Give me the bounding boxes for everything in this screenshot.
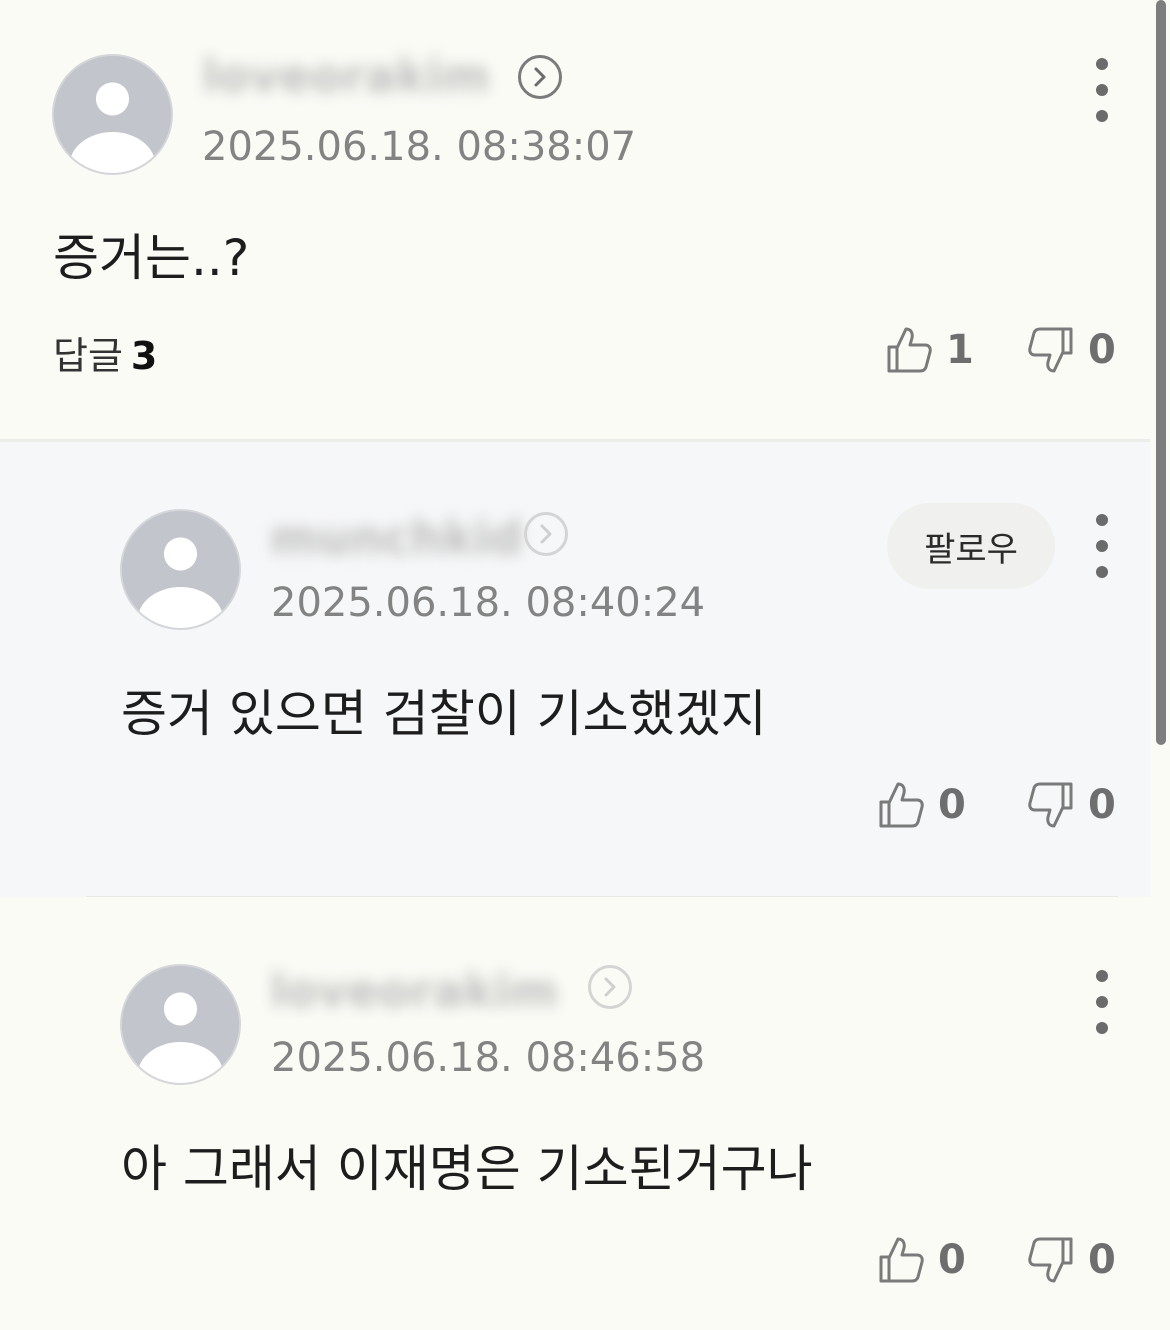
scrollbar[interactable]	[1156, 0, 1166, 745]
chevron-right-icon[interactable]	[518, 55, 562, 99]
dislike-count: 0	[1088, 327, 1116, 373]
default-user-avatar-icon	[122, 511, 239, 628]
username[interactable]: loveorakim	[270, 965, 558, 1017]
comment-timestamp: 2025.06.18. 08:40:24	[271, 580, 706, 626]
thumbs-up-icon	[887, 327, 932, 373]
dislike-count: 0	[1088, 782, 1116, 828]
username[interactable]: munchkid	[270, 512, 523, 564]
more-options-button[interactable]	[1084, 970, 1120, 1034]
username[interactable]: loveorakim	[202, 50, 490, 102]
reply-comment: loveorakim 2025.06.18. 08:46:58 아 그래서 이재…	[0, 897, 1150, 1330]
like-button[interactable]: 0	[878, 777, 966, 833]
comment-timestamp: 2025.06.18. 08:46:58	[271, 1035, 706, 1081]
thumbs-up-icon	[879, 1237, 924, 1283]
comment-timestamp: 2025.06.18. 08:38:07	[202, 124, 637, 170]
dislike-button[interactable]: 0	[1028, 322, 1116, 378]
comment-text: 아 그래서 이재명은 기소된거구나	[121, 1140, 813, 1198]
reply-count-button[interactable]: 답글 3	[53, 325, 157, 380]
chevron-right-icon[interactable]	[524, 512, 568, 556]
vertical-ellipsis-icon	[1096, 970, 1108, 982]
ellipsis-dot	[1096, 540, 1108, 552]
top-comment: loveorakim 2025.06.18. 08:38:07 증거는..? 답…	[0, 0, 1150, 440]
comment-text: 증거 있으면 검찰이 기소했겠지	[121, 685, 767, 743]
thumbs-down-icon	[1028, 1237, 1073, 1283]
more-options-button[interactable]	[1084, 58, 1120, 122]
chevron-right-icon[interactable]	[588, 965, 632, 1009]
ellipsis-dot	[1096, 996, 1108, 1008]
thumbs-up-icon	[879, 782, 924, 828]
like-button[interactable]: 0	[878, 1232, 966, 1288]
reply-count: 3	[130, 334, 158, 378]
dislike-button[interactable]: 0	[1028, 1232, 1116, 1288]
like-count: 0	[938, 782, 966, 828]
avatar[interactable]	[52, 54, 173, 175]
dislike-button[interactable]: 0	[1028, 777, 1116, 833]
avatar[interactable]	[120, 964, 241, 1085]
reply-comment: munchkid 팔로우 2025.06.18. 08:40:24 증거 있으면…	[0, 442, 1150, 897]
follow-button[interactable]: 팔로우	[887, 503, 1055, 589]
reply-label: 답글	[53, 334, 123, 378]
ellipsis-dot	[1096, 84, 1108, 96]
vertical-ellipsis-icon	[1096, 514, 1108, 526]
comment-text: 증거는..?	[53, 229, 250, 287]
vertical-ellipsis-icon	[1096, 58, 1108, 70]
comment-thread: loveorakim 2025.06.18. 08:38:07 증거는..? 답…	[0, 0, 1170, 1330]
like-count: 0	[938, 1237, 966, 1283]
dislike-count: 0	[1088, 1237, 1116, 1283]
more-options-button[interactable]	[1084, 514, 1120, 578]
like-count: 1	[946, 327, 974, 373]
ellipsis-dot	[1096, 110, 1108, 122]
ellipsis-dot	[1096, 1022, 1108, 1034]
thumbs-down-icon	[1028, 327, 1073, 373]
default-user-avatar-icon	[122, 966, 239, 1083]
avatar[interactable]	[120, 509, 241, 630]
thumbs-down-icon	[1028, 782, 1073, 828]
like-button[interactable]: 1	[886, 322, 974, 378]
ellipsis-dot	[1096, 566, 1108, 578]
default-user-avatar-icon	[54, 56, 171, 173]
